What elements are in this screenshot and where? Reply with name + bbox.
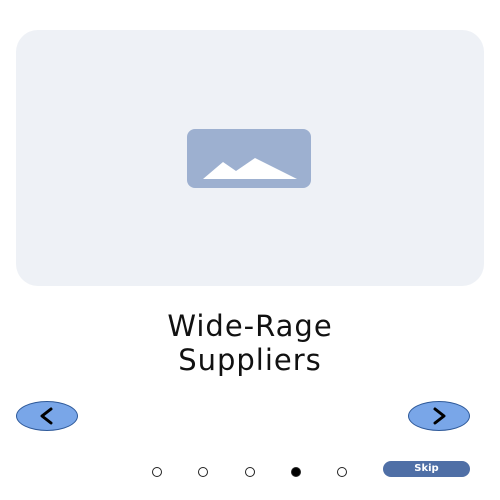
chevron-left-icon [40,407,53,425]
pagination-dot-2[interactable] [198,467,208,477]
image-placeholder-icon [187,129,311,188]
pagination-dot-1[interactable] [152,467,162,477]
title-line-2: Suppliers [178,343,322,377]
previous-button[interactable] [16,401,78,431]
onboarding-title: Wide-Rage Suppliers [0,309,500,377]
title-line-1: Wide-Rage [167,309,333,343]
skip-button[interactable]: Skip [383,461,470,477]
pagination-dot-5[interactable] [337,467,347,477]
pagination-dot-3[interactable] [245,467,255,477]
chevron-right-icon [433,407,446,425]
next-button[interactable] [408,401,470,431]
pagination-dot-4-active[interactable] [291,467,301,477]
